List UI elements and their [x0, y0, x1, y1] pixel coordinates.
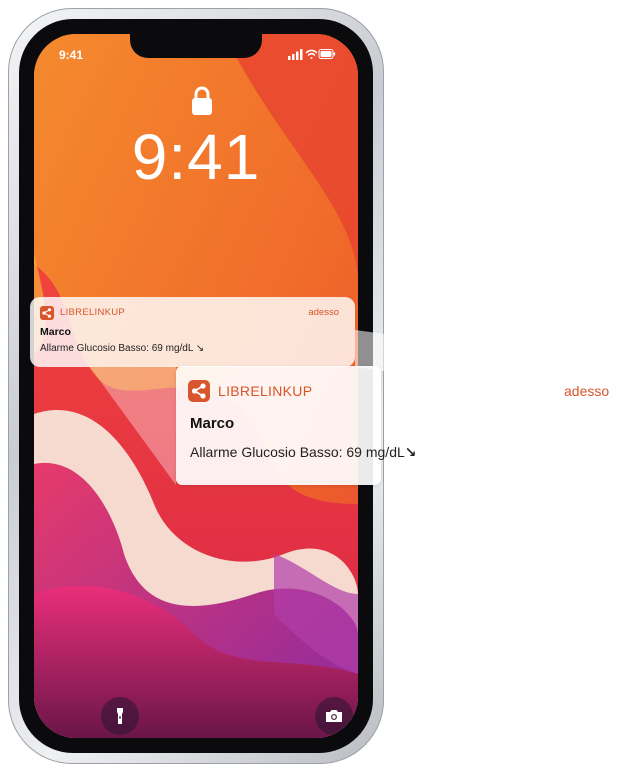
flashlight-button[interactable] [101, 697, 139, 735]
notification-zoom-callout: LIBRELINKUP Marco Allarme Glucosio Basso… [176, 366, 417, 485]
notification-timestamp: adesso [564, 383, 610, 399]
flashlight-icon [117, 708, 123, 724]
wifi-icon [305, 49, 318, 59]
status-icons [288, 47, 336, 60]
cellular-signal-icon [288, 49, 303, 60]
lock-icon [192, 86, 212, 115]
notification-title: Marco [190, 415, 235, 432]
app-icon [188, 380, 210, 402]
notification-message: Allarme Glucosio Basso: 69 mg/dL↘ [190, 444, 417, 461]
notification-header: LIBRELINKUP adesso [40, 306, 345, 320]
share-icon [42, 308, 52, 318]
notification-timestamp: adesso [308, 307, 339, 318]
notification-message-text: Allarme Glucosio Basso: 69 mg/dL [190, 444, 405, 460]
camera-icon [326, 710, 342, 722]
battery-icon [318, 49, 336, 59]
notification-card[interactable]: LIBRELINKUP adesso Marco Allarme Glucosi… [30, 297, 355, 367]
notification-title: Marco [40, 326, 71, 338]
notch [130, 34, 262, 58]
notification-app-name: LIBRELINKUP [218, 383, 313, 399]
share-icon [191, 383, 206, 399]
notification-message: Allarme Glucosio Basso: 69 mg/dL ↘ [40, 343, 205, 354]
status-time: 9:41 [59, 48, 84, 62]
app-icon [40, 306, 54, 320]
trend-arrow-icon: ↘ [404, 444, 417, 460]
lock-screen-clock: 9:41 [131, 121, 261, 193]
camera-button[interactable] [315, 697, 353, 735]
notification-app-name: LIBRELINKUP [60, 307, 126, 318]
